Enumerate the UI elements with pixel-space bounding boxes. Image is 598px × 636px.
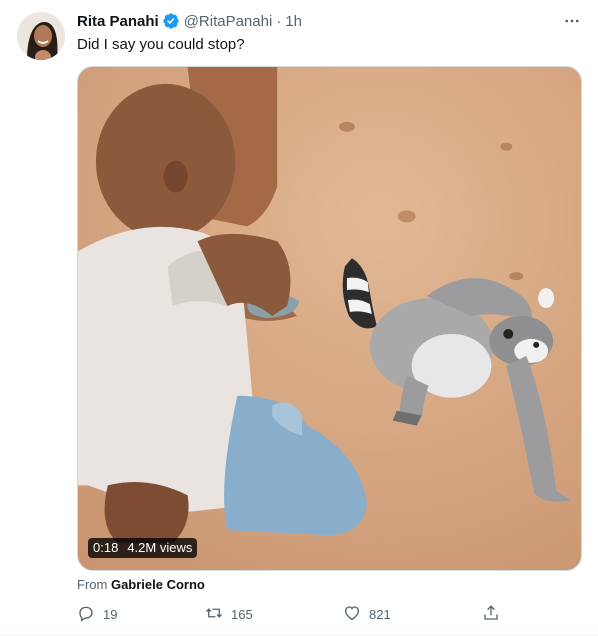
separator-dot: · (276, 12, 282, 30)
media-source-prefix: From (77, 577, 108, 592)
like-count: 821 (369, 606, 391, 622)
avatar[interactable] (17, 12, 65, 60)
video-stats-badge: 0:18 4.2M views (88, 538, 198, 558)
share-icon (482, 604, 500, 625)
heart-icon (343, 604, 361, 625)
author-handle[interactable]: @RitaPanahi (184, 13, 273, 30)
tweet-timestamp[interactable]: 1h (285, 13, 302, 30)
retweet-count: 165 (231, 606, 253, 622)
like-button[interactable]: 821 (343, 602, 391, 626)
verified-badge-icon (162, 12, 180, 30)
tweet-text: Did I say you could stop? (77, 36, 245, 53)
reply-icon (77, 604, 95, 625)
media-source-name[interactable]: Gabriele Corno (111, 577, 205, 592)
video-frame (78, 67, 581, 570)
retweet-icon (205, 604, 223, 625)
author-name[interactable]: Rita Panahi (77, 13, 159, 30)
reply-button[interactable]: 19 (77, 602, 117, 626)
media-source: From Gabriele Corno (77, 577, 205, 592)
video-player[interactable]: 0:18 4.2M views (77, 66, 582, 571)
more-dots-icon[interactable] (562, 11, 582, 31)
share-button[interactable] (482, 602, 500, 626)
tweet-header: Rita Panahi @RitaPanahi · 1h (77, 11, 302, 31)
video-duration: 0:18 (93, 540, 119, 555)
video-views: 4.2M views (127, 540, 193, 555)
tweet-card[interactable]: Rita Panahi @RitaPanahi · 1h Did I say y… (0, 0, 598, 636)
avatar-image (17, 12, 65, 60)
reply-count: 19 (103, 606, 118, 622)
retweet-button[interactable]: 165 (205, 602, 253, 626)
action-bar: 19 165 821 (77, 602, 507, 626)
